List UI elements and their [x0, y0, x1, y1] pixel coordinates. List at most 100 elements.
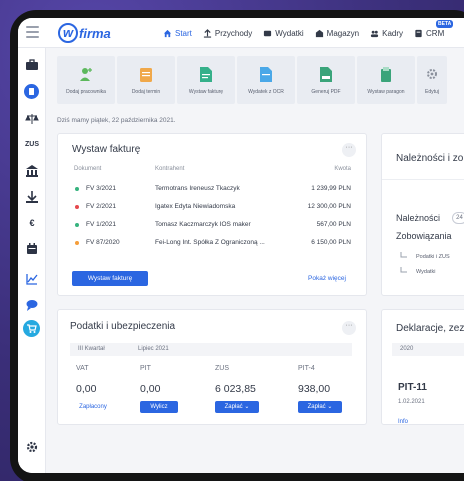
contractor-name: Igatex Edyta Niewiadomska	[155, 203, 236, 210]
calendar-add-icon	[140, 68, 152, 82]
download-icon[interactable]	[25, 190, 39, 204]
nav-label: CRM	[426, 28, 445, 38]
zus-pay-button[interactable]: Zapłać ⌄	[215, 401, 259, 413]
quick-action-ocr-expense[interactable]: Wydatek z OCR	[237, 56, 295, 104]
cart-circle-icon[interactable]	[23, 320, 40, 337]
invoice-table-header: Dokument Kontrahent Kwota	[72, 163, 351, 177]
invoice-number: FV 87/2020	[86, 239, 120, 246]
quick-action-label: Dodaj pracownika	[66, 89, 106, 95]
nav-item-kadry[interactable]: Kadry	[370, 29, 403, 38]
pdf-icon	[320, 67, 332, 82]
menu-icon[interactable]	[26, 26, 39, 38]
pit-calculate-button[interactable]: Wylicz	[140, 401, 178, 413]
tax-label-vat: VAT	[76, 365, 89, 372]
status-dot	[75, 205, 79, 209]
beta-badge: BETA	[436, 20, 454, 28]
gear-icon[interactable]	[25, 440, 39, 454]
receivables-count-badge: 24	[452, 212, 464, 224]
card-title: Podatki i ubezpieczenia	[70, 321, 176, 332]
crm-icon	[415, 29, 422, 37]
status-dot	[75, 241, 79, 245]
tax-value-pit: 0,00	[140, 383, 161, 395]
liabilities-label[interactable]: Zobowiązania	[396, 231, 452, 241]
chart-icon[interactable]	[25, 272, 39, 286]
chat-icon[interactable]	[25, 298, 39, 312]
more-options-icon[interactable]: ···	[342, 143, 356, 157]
nav-item-start[interactable]: Start	[163, 29, 192, 38]
more-options-icon[interactable]: ···	[342, 321, 356, 335]
declaration-year[interactable]: 2020	[400, 346, 413, 352]
invoice-card: Wystaw fakturę ··· Dokument Kontrahent K…	[57, 133, 367, 296]
main-nav: Start Przychody Wydatki Magazyn Kadry CR…	[163, 18, 455, 48]
issue-invoice-button[interactable]: Wystaw fakturę	[72, 271, 148, 286]
quick-action-label: Edytuj	[425, 89, 439, 95]
quick-action-generate-pdf[interactable]: Generuj PDF	[297, 56, 355, 104]
gear-icon	[427, 69, 437, 79]
period-header: III Kwartał Lipiec 2021	[70, 343, 352, 356]
quick-action-label: Dodaj termin	[131, 89, 161, 95]
declaration-info-link[interactable]: Info	[398, 419, 408, 425]
quick-action-add-deadline[interactable]: Dodaj termin	[117, 56, 175, 104]
logo-text: firma	[79, 25, 111, 41]
invoice-amount: 567,00 PLN	[316, 221, 351, 228]
quick-action-issue-invoice[interactable]: Wystaw fakturę	[177, 56, 235, 104]
add-person-icon	[80, 68, 92, 81]
table-row[interactable]: FV 1/2021 Tomasz Kaczmarczyk IOS maker 5…	[72, 218, 351, 234]
year-header: 2020	[392, 343, 464, 356]
app-screen: w firma Start Przychody Wydatki Magazyn	[18, 18, 464, 473]
table-row[interactable]: FV 2/2021 Igatex Edyta Niewiadomska 12 3…	[72, 200, 351, 216]
declaration-form[interactable]: PIT-11	[398, 382, 427, 393]
tax-value-vat: 0,00	[76, 383, 97, 395]
app-logo[interactable]: w firma	[58, 22, 111, 44]
column-header: Kontrahent	[155, 166, 185, 172]
invoice-number: FV 1/2021	[86, 221, 116, 228]
contractor-name: Termotrans Ireneusz Tkaczyk	[155, 185, 240, 192]
declarations-card: Deklaracje, zez 2020 PIT-11 1.02.2021 In…	[381, 309, 464, 425]
nav-label: Kadry	[382, 28, 404, 38]
vat-paid-link[interactable]: Zapłacony	[74, 401, 112, 413]
document-circle-icon[interactable]	[24, 84, 39, 99]
people-icon	[371, 30, 379, 37]
bank-icon[interactable]	[25, 164, 39, 178]
invoice-amount: 1 239,99 PLN	[311, 185, 351, 192]
taxes-zus-sublink[interactable]: Podatki i ZUS	[416, 254, 450, 260]
quick-action-label: Generuj PDF	[311, 89, 341, 95]
warehouse-icon	[315, 29, 323, 37]
nav-item-crm[interactable]: CRM	[414, 29, 444, 38]
document-icon	[29, 88, 34, 95]
declaration-date: 1.02.2021	[398, 399, 425, 405]
table-row[interactable]: FV 87/2020 Fei-Long Int. Spółka Z Ograni…	[72, 236, 351, 252]
nav-item-magazyn[interactable]: Magazyn	[315, 29, 359, 38]
nav-item-przychody[interactable]: Przychody	[203, 29, 252, 38]
period-quarter[interactable]: III Kwartał	[78, 346, 105, 352]
zus-icon[interactable]: ZUS	[25, 138, 39, 152]
column-header: Kwota	[334, 166, 351, 172]
nav-item-wydatki[interactable]: Wydatki	[263, 29, 304, 38]
sub-item-arrow-icon	[400, 252, 407, 258]
show-more-link[interactable]: Pokaż więcej	[308, 275, 346, 282]
card-title: Wystaw fakturę	[72, 144, 141, 155]
ocr-icon	[260, 67, 272, 82]
quick-action-edit[interactable]: Edytuj	[417, 56, 447, 104]
card-title: Deklaracje, zez	[396, 323, 464, 334]
quick-action-add-employee[interactable]: Dodaj pracownika	[57, 56, 115, 104]
invoice-amount: 12 300,00 PLN	[307, 203, 351, 210]
taxes-card: Podatki i ubezpieczenia ··· III Kwartał …	[57, 309, 367, 425]
tax-label-zus: ZUS	[215, 365, 229, 372]
expenses-sublink[interactable]: Wydatki	[416, 269, 436, 275]
euro-icon[interactable]: €	[25, 216, 39, 230]
table-row[interactable]: FV 3/2021 Termotrans Ireneusz Tkaczyk 1 …	[72, 182, 351, 198]
expenses-icon	[264, 30, 272, 36]
date-greeting: Dziś mamy piątek, 22 października 2021.	[57, 117, 176, 124]
tax-label-pit4: PIT-4	[298, 365, 315, 372]
scales-icon[interactable]	[25, 112, 39, 126]
quick-action-issue-receipt[interactable]: Wystaw paragon	[357, 56, 415, 104]
calendar-icon[interactable]	[25, 242, 39, 256]
receivables-label[interactable]: Należności	[396, 213, 440, 223]
period-month[interactable]: Lipiec 2021	[138, 346, 169, 352]
pit4-pay-button[interactable]: Zapłać ⌄	[298, 401, 342, 413]
briefcase-icon[interactable]	[25, 58, 39, 72]
card-title: Należności i zo	[396, 153, 464, 164]
tax-value-zus: 6 023,85	[215, 383, 256, 395]
tax-label-pit: PIT	[140, 365, 151, 372]
